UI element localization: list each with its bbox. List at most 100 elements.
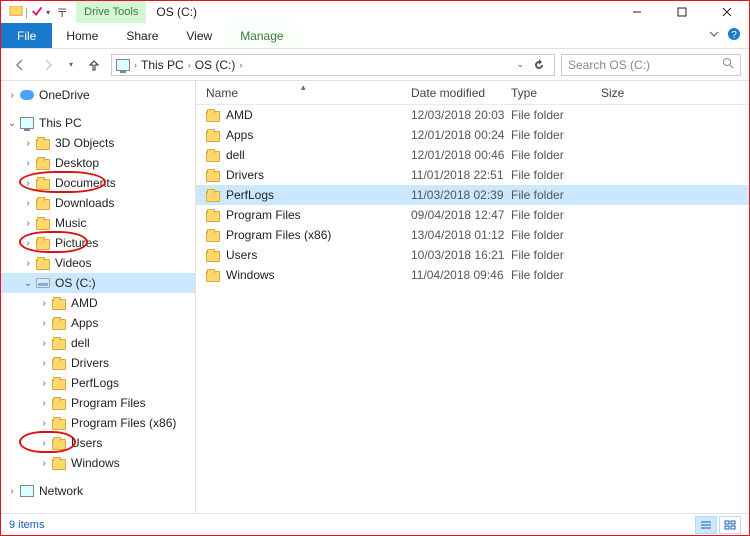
tree-twisty-icon[interactable]: › xyxy=(37,298,51,309)
search-icon[interactable] xyxy=(722,57,734,72)
tree-twisty-icon[interactable]: › xyxy=(21,198,35,209)
tab-file[interactable]: File xyxy=(1,23,52,48)
file-type: File folder xyxy=(511,108,601,122)
table-row[interactable]: PerfLogs11/03/2018 02:39File folder xyxy=(196,185,749,205)
tree-twisty-icon[interactable]: › xyxy=(21,258,35,269)
sort-indicator-icon: ▴ xyxy=(301,82,306,93)
tree-item[interactable]: ›Network xyxy=(1,481,195,501)
window-title: OS (C:) xyxy=(146,1,207,23)
table-row[interactable]: Program Files09/04/2018 12:47File folder xyxy=(196,205,749,225)
tree-item[interactable]: ›Pictures xyxy=(1,233,195,253)
tree-item[interactable]: ›Windows xyxy=(1,453,195,473)
maximize-button[interactable] xyxy=(659,1,704,23)
nav-back-button[interactable] xyxy=(9,54,31,76)
view-thumbnails-button[interactable] xyxy=(719,516,741,534)
file-name: Program Files (x86) xyxy=(226,228,331,242)
tree-item[interactable]: ›Program Files xyxy=(1,393,195,413)
tree-item[interactable]: ›PerfLogs xyxy=(1,373,195,393)
tree-item[interactable]: ›Downloads xyxy=(1,193,195,213)
file-name: Program Files xyxy=(226,208,301,222)
chevron-right-icon[interactable]: › xyxy=(188,60,191,70)
breadcrumb-root[interactable]: This PC xyxy=(141,58,184,72)
tree-item[interactable]: ⌄This PC xyxy=(1,113,195,133)
tree-item[interactable]: ›Documents xyxy=(1,173,195,193)
table-row[interactable]: Users10/03/2018 16:21File folder xyxy=(196,245,749,265)
qat-dropdown-icon[interactable]: ▾ xyxy=(46,8,50,17)
tree-twisty-icon[interactable]: › xyxy=(21,238,35,249)
address-bar[interactable]: › This PC › OS (C:) › ⌄ xyxy=(111,54,555,76)
svg-text:?: ? xyxy=(731,30,737,41)
tree-twisty-icon[interactable]: › xyxy=(37,338,51,349)
tree-item-icon xyxy=(35,155,51,171)
tree-item[interactable]: ›Desktop xyxy=(1,153,195,173)
address-dropdown-icon[interactable]: ⌄ xyxy=(516,59,524,70)
tree-twisty-icon[interactable]: › xyxy=(37,438,51,449)
tree-twisty-icon[interactable]: › xyxy=(37,358,51,369)
table-row[interactable]: Program Files (x86)13/04/2018 01:12File … xyxy=(196,225,749,245)
nav-up-button[interactable] xyxy=(83,54,105,76)
navigation-tree[interactable]: ›OneDrive ⌄This PC›3D Objects›Desktop›Doc… xyxy=(1,81,196,513)
ribbon-expand-icon[interactable] xyxy=(707,27,721,44)
tab-home[interactable]: Home xyxy=(52,23,112,48)
table-row[interactable]: Drivers11/01/2018 22:51File folder xyxy=(196,165,749,185)
chevron-right-icon[interactable]: › xyxy=(134,60,137,70)
file-list[interactable]: AMD12/03/2018 20:03File folderApps12/01/… xyxy=(196,105,749,513)
tree-item[interactable]: › dell xyxy=(1,333,195,353)
column-date[interactable]: Date modified xyxy=(411,86,511,100)
tree-item[interactable]: ⌄OS (C:) xyxy=(1,273,195,293)
tab-share[interactable]: Share xyxy=(112,23,172,48)
search-box[interactable]: Search OS (C:) xyxy=(561,54,741,76)
tree-twisty-icon[interactable]: › xyxy=(21,218,35,229)
chevron-right-icon[interactable]: › xyxy=(239,60,242,70)
tree-twisty-icon[interactable]: › xyxy=(21,138,35,149)
tree-item[interactable]: ›AMD xyxy=(1,293,195,313)
table-row[interactable]: Windows11/04/2018 09:46File folder xyxy=(196,265,749,285)
tab-view[interactable]: View xyxy=(172,23,226,48)
drive-tools-tab[interactable]: Drive Tools xyxy=(76,1,146,23)
tree-item-icon xyxy=(51,455,67,471)
tree-item[interactable]: ›Music xyxy=(1,213,195,233)
tree-twisty-icon[interactable]: › xyxy=(37,378,51,389)
tree-item[interactable]: ›Program Files (x86) xyxy=(1,413,195,433)
tree-twisty-icon[interactable]: ⌄ xyxy=(5,118,19,129)
tree-twisty-icon[interactable]: › xyxy=(5,90,19,101)
tab-manage[interactable]: Manage xyxy=(226,23,297,48)
tree-twisty-icon[interactable]: › xyxy=(37,318,51,329)
tree-item[interactable]: ›Drivers xyxy=(1,353,195,373)
tree-item-icon xyxy=(35,135,51,151)
tree-twisty-icon[interactable]: › xyxy=(21,158,35,169)
tree-item[interactable]: ›Videos xyxy=(1,253,195,273)
tree-item[interactable]: ›OneDrive xyxy=(1,85,195,105)
tree-twisty-icon[interactable]: ⌄ xyxy=(21,278,35,289)
tree-item[interactable]: ›Apps xyxy=(1,313,195,333)
column-name[interactable]: Name xyxy=(206,86,411,100)
tree-twisty-icon[interactable]: › xyxy=(37,398,51,409)
breadcrumb-pc-icon[interactable] xyxy=(116,59,130,71)
qat-overflow[interactable]: 〒 xyxy=(56,4,68,21)
minimize-button[interactable] xyxy=(614,1,659,23)
close-button[interactable] xyxy=(704,1,749,23)
tree-twisty-icon[interactable]: › xyxy=(5,486,19,497)
table-row[interactable]: AMD12/03/2018 20:03File folder xyxy=(196,105,749,125)
nav-recent-dropdown[interactable]: ▾ xyxy=(65,54,77,76)
breadcrumb-location[interactable]: OS (C:) xyxy=(195,58,236,72)
column-size[interactable]: Size xyxy=(601,86,661,100)
file-date: 13/04/2018 01:12 xyxy=(411,228,511,242)
refresh-button[interactable] xyxy=(528,59,550,71)
table-row[interactable]: Apps12/01/2018 00:24File folder xyxy=(196,125,749,145)
tree-twisty-icon[interactable]: › xyxy=(37,418,51,429)
tree-item-icon xyxy=(19,115,35,131)
column-type[interactable]: Type xyxy=(511,86,601,100)
tree-twisty-icon[interactable]: › xyxy=(21,178,35,189)
table-row[interactable]: dell12/01/2018 00:46File folder xyxy=(196,145,749,165)
tree-item-label: dell xyxy=(71,336,90,350)
tree-item[interactable]: ›3D Objects xyxy=(1,133,195,153)
qat-check-icon[interactable] xyxy=(30,4,44,21)
view-details-button[interactable] xyxy=(695,516,717,534)
file-name: Users xyxy=(226,248,257,262)
nav-forward-button[interactable] xyxy=(37,54,59,76)
tree-item[interactable]: ›Users xyxy=(1,433,195,453)
help-icon[interactable]: ? xyxy=(727,27,741,44)
tree-twisty-icon[interactable]: › xyxy=(37,458,51,469)
tree-item-icon xyxy=(51,335,67,351)
